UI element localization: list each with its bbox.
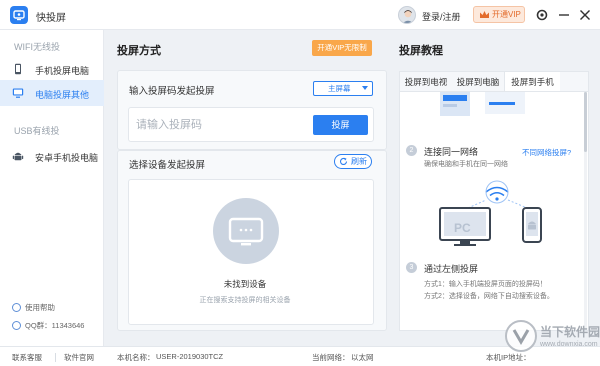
step-number: 2	[406, 145, 417, 156]
sidebar-item-label: 手机投屏电脑	[35, 66, 90, 76]
device-section-label: 选择设备发起投屏	[129, 160, 206, 171]
step3-title: 通过左侧投屏	[424, 264, 479, 274]
refresh-label: 刷新	[351, 157, 367, 166]
tab-to-tv[interactable]: 投屏到电视	[400, 72, 452, 92]
network-value: 以太网	[351, 353, 374, 362]
step-number: 3	[406, 262, 417, 273]
watermark-text: 当下软件园	[540, 325, 600, 339]
tab-to-pc[interactable]: 投屏到电脑	[452, 72, 504, 92]
sidebar-item-phone-to-pc[interactable]: 手机投屏电脑	[0, 56, 104, 82]
tab-to-phone[interactable]: 投屏到手机	[504, 72, 560, 92]
sidebar-item-android-to-pc[interactable]: 安卓手机投电脑	[0, 143, 104, 169]
screen-mode-value: 主屏幕	[328, 84, 351, 93]
avatar[interactable]	[398, 6, 416, 24]
pc-illustration-label: PC	[454, 221, 471, 235]
tutorial-content: 2 连接同一网络 确保电脑和手机在同一网络 不同网络投屏? PC 3 通过左侧投…	[399, 91, 589, 331]
help-label: 使用帮助	[25, 303, 55, 312]
code-section-label: 输入投屏码发起投屏	[129, 86, 215, 97]
empty-state-subtitle: 正在搜索支持投屏的相关设备	[199, 297, 291, 304]
help-icon	[12, 303, 21, 312]
sidebar-item-label: 电脑投屏其他	[35, 90, 90, 100]
monitor-icon	[12, 88, 24, 98]
divider	[55, 353, 56, 362]
empty-state-title: 未找到设备	[223, 279, 267, 289]
vip-button[interactable]: 开通VIP	[473, 6, 525, 23]
minimize-icon[interactable]	[557, 8, 571, 22]
refresh-button[interactable]: 刷新	[334, 154, 372, 169]
app-title: 快投屏	[36, 13, 66, 24]
sidebar-heading-wifi: WIFI无线投	[14, 42, 60, 52]
step1-illustration	[440, 92, 525, 116]
cast-code-input[interactable]	[136, 115, 296, 135]
different-network-link[interactable]: 不同网络投屏?	[522, 147, 571, 158]
help-link[interactable]: 使用帮助	[12, 302, 55, 313]
title-bar: 快投屏 登录/注册 开通VIP	[0, 0, 600, 30]
qq-label: QQ群：11343646	[25, 321, 85, 330]
sidebar-item-pc-to-other[interactable]: 电脑投屏其他	[0, 80, 104, 106]
app-logo-icon	[10, 6, 28, 24]
network-label: 当前网络：	[312, 353, 350, 362]
sidebar-item-label: 安卓手机投电脑	[35, 153, 99, 163]
watermark: 当下软件园 www.downxia.com	[504, 315, 600, 363]
tutorial-title: 投屏教程	[399, 45, 443, 57]
tutorial-tabs: 投屏到电视 投屏到电脑 投屏到手机	[399, 71, 589, 92]
phone-icon	[15, 63, 21, 75]
chevron-down-icon	[362, 86, 368, 90]
contact-support-link[interactable]: 联系客服	[12, 352, 42, 363]
sidebar: WIFI无线投 手机投屏电脑 电脑投屏其他 USB有线投 安卓手机投电脑 使用帮…	[0, 30, 104, 346]
vip-button-label: 开通VIP	[492, 10, 521, 19]
sidebar-heading-usb: USB有线投	[14, 126, 60, 136]
crown-icon	[480, 11, 489, 18]
step2-title: 连接同一网络	[424, 147, 479, 157]
qq-group: QQ群：11343646	[12, 320, 84, 331]
close-icon[interactable]	[578, 8, 592, 22]
screen-mode-select[interactable]: 主屏幕	[313, 81, 373, 96]
cast-button[interactable]: 投屏	[313, 115, 368, 135]
android-icon	[12, 152, 24, 161]
step3-desc-1: 方式1：输入手机端投屏页面的投屏码！	[424, 281, 547, 288]
no-device-icon	[213, 198, 279, 264]
step2-desc: 确保电脑和手机在同一网络	[424, 161, 508, 168]
qq-icon	[12, 321, 21, 330]
tutorial-scrollbar-thumb[interactable]	[584, 92, 587, 152]
machine-name-value: USER-2019030TCZ	[156, 352, 224, 361]
step3-desc-2: 方式2：选择设备，网络下自动搜索设备。	[424, 293, 554, 300]
refresh-icon	[339, 157, 348, 165]
watermark-url: www.downxia.com	[540, 341, 598, 348]
watermark-logo-icon	[505, 320, 537, 352]
login-register-link[interactable]: 登录/注册	[422, 10, 461, 23]
website-link[interactable]: 软件官网	[64, 352, 94, 363]
settings-icon[interactable]	[535, 8, 549, 22]
network-illustration-icon	[439, 180, 542, 246]
open-vip-unlimited-button[interactable]: 开通VIP无限制	[312, 40, 372, 56]
machine-name-label: 本机名称：	[117, 353, 155, 362]
page-title: 投屏方式	[117, 45, 161, 57]
